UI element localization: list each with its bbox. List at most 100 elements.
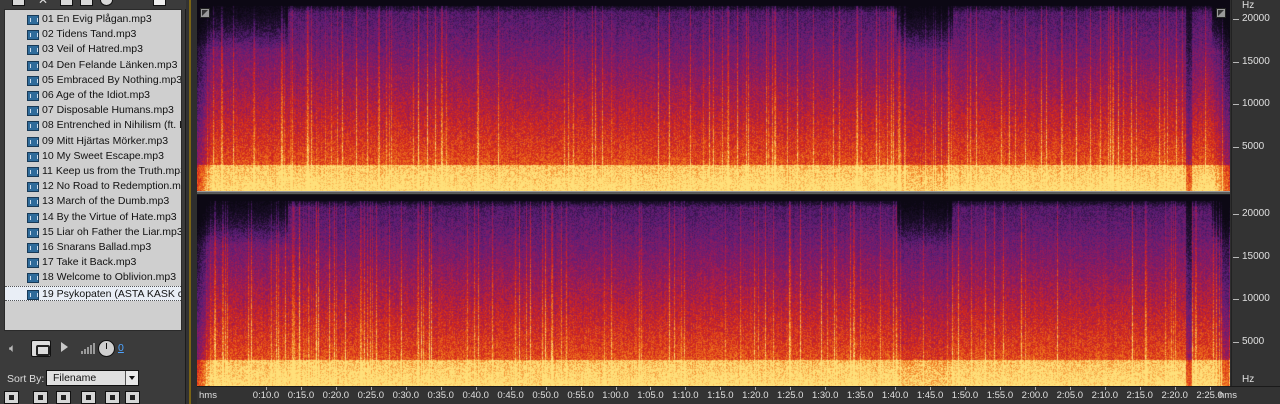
audio-file-icon [27,258,39,269]
file-list-item[interactable]: 06 Age of the Idiot.mp3 [5,88,181,103]
time-tick-label: 0:40.0 [462,390,489,401]
time-tick-label: 1:45.0 [916,390,944,401]
file-list-item[interactable]: 05 Embraced By Nothing.mp3 [5,73,181,88]
file-list-item[interactable]: 01 En Evig Plågan.mp3 [5,12,181,27]
sort-by-select[interactable]: Filename [46,370,139,386]
save-file-icon[interactable] [60,0,73,6]
file-list[interactable]: 01 En Evig Plågan.mp3 02 Tidens Tand.mp3 0… [4,9,182,331]
audio-file-icon [27,60,39,71]
chevron-down-icon[interactable] [125,371,138,385]
sort-by-label: Sort By: [7,373,45,385]
frequency-tick-label: 15000 [1242,251,1270,262]
time-tick-label: 2:25.0 [1196,390,1223,401]
zoom-corner-left-icon[interactable] [200,8,210,18]
time-tick-label: 2:10.0 [1091,390,1119,401]
loop-button[interactable] [31,340,51,357]
file-list-item[interactable]: 14 By the Virtue of Hate.mp3 [5,210,181,225]
tool-button-2[interactable] [33,391,48,404]
left-channel-spectrogram[interactable] [197,0,1230,191]
tool-button-4[interactable] [81,391,96,404]
audio-file-icon [27,121,39,132]
open-file-icon[interactable] [12,0,25,6]
tool-button-3[interactable] [56,391,71,404]
file-name: 10 My Sweet Escape.mp3 [42,149,164,162]
file-name: 11 Keep us from the Truth.mp3 [42,165,181,177]
file-list-item[interactable]: 17 Take it Back.mp3 [5,255,181,270]
time-tick-label: 1:35.0 [846,390,874,401]
file-list-item[interactable]: 16 Snarans Ballad.mp3 [5,240,181,255]
file-name: 16 Snarans Ballad.mp3 [42,241,152,253]
audio-file-icon [27,273,39,284]
zoom-corner-right-icon[interactable] [1216,8,1226,18]
time-tick-label: 0:55.0 [567,390,594,401]
close-file-icon[interactable]: ✕ [38,0,51,7]
audio-file-icon [27,136,39,147]
audio-file-icon [27,15,39,25]
file-toolbar: ✕ [0,0,186,9]
time-tick-label: 0:20.0 [322,390,350,401]
file-name: 19 Psykopaten (ASTA KASK cov [42,287,181,300]
volume-knob-value[interactable]: 0 [118,342,124,354]
time-tick-label: 0:45.0 [497,390,524,401]
frequency-tick-label: 10000 [1242,98,1270,109]
file-name: 03 Veil of Hatred.mp3 [42,43,143,56]
insert-icon[interactable] [80,0,93,6]
spectrogram-canvas-left[interactable] [197,0,1230,191]
file-list-item[interactable]: 15 Liar oh Father the Liar.mp3 [5,225,181,240]
audio-file-icon [27,151,39,162]
play-button[interactable] [61,342,68,352]
frequency-tick-label: 10000 [1242,293,1270,304]
volume-knob[interactable] [98,340,115,357]
tool-button-5[interactable] [105,391,120,404]
play-file-icon[interactable] [100,0,113,6]
audio-file-icon [27,197,39,208]
time-tick-label: 2:20.0 [1161,390,1188,401]
file-list-item[interactable]: 07 Disposable Humans.mp3 [5,103,181,118]
file-list-item[interactable]: 12 No Road to Redemption.mp3 [5,179,181,194]
file-name: 15 Liar oh Father the Liar.mp3 [42,225,181,238]
frequency-tick [1233,147,1239,148]
time-tick-label: 1:50.0 [951,390,979,401]
frequency-tick [1233,62,1239,63]
time-tick-label: 1:00.0 [602,390,629,401]
time-tick-label: 0:15.0 [287,390,315,401]
file-list-item[interactable]: 10 My Sweet Escape.mp3 [5,149,181,164]
spectrogram-canvas-right[interactable] [197,195,1230,386]
file-name: 07 Disposable Humans.mp3 [42,104,174,117]
file-list-item[interactable]: 03 Veil of Hatred.mp3 [5,42,181,57]
file-list-item[interactable]: 19 Psykopaten (ASTA KASK cov [5,285,181,301]
audio-file-icon [27,30,39,41]
time-tick-label: 1:25.0 [777,390,804,401]
file-list-item[interactable]: 02 Tidens Tand.mp3 [5,27,181,42]
volume-icon[interactable]: 🔈︎ [9,341,25,355]
frequency-unit-label: Hz [1242,0,1255,11]
file-list-item[interactable]: 11 Keep us from the Truth.mp3 [5,164,181,179]
frequency-tick [1233,19,1239,20]
time-tick-label: 2:15.0 [1126,390,1153,401]
file-name: 06 Age of the Idiot.mp3 [42,89,150,101]
right-channel-spectrogram[interactable] [197,195,1230,386]
file-list-item[interactable]: 18 Welcome to Oblivion.mp3 [5,270,181,285]
file-name: 12 No Road to Redemption.mp3 [42,180,181,193]
time-ruler[interactable]: hms hms 0:10.0 0:15.0 0:20.0 0:25.0 0:30.0 0:… [197,386,1280,404]
time-tick-label: 0:50.0 [532,390,559,401]
file-list-item[interactable]: 08 Entrenched in Nihilism (ft. Liam [5,118,181,133]
frequency-tick [1233,342,1239,343]
file-list-item[interactable]: 09 Mitt Hjärtas Mörker.mp3 [5,134,181,149]
file-list-item[interactable]: 04 Den Felande Länken.mp3 [5,58,181,73]
tool-button-1[interactable] [4,391,19,404]
file-name: 02 Tidens Tand.mp3 [42,28,137,41]
frequency-tick-label: 20000 [1242,208,1270,219]
time-tick-label: 2:00.0 [1021,390,1049,401]
view-toggle-icon[interactable] [153,0,166,6]
file-list-item[interactable]: 13 March of the Dumb.mp3 [5,194,181,209]
time-tick-label: 0:30.0 [392,390,420,401]
frequency-tick [1233,104,1239,105]
time-tick-label: 1:05.0 [637,390,664,401]
audio-file-icon [27,45,39,56]
tool-button-6[interactable] [125,391,140,404]
file-name: 01 En Evig Plågan.mp3 [42,13,152,25]
audio-file-icon [27,75,39,86]
level-meter-icon [81,343,97,354]
file-panel: ✕ 01 En Evig Plågan.mp3 02 Tidens Tand.mp… [0,0,186,404]
